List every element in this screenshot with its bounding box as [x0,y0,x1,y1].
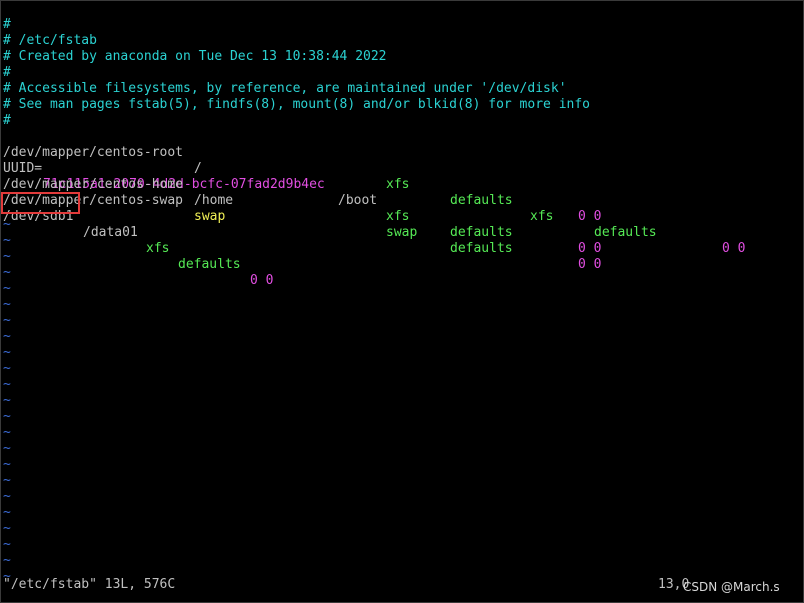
dump-pass-field: 0 0 [722,241,746,256]
empty-line-marker: ~ [3,281,11,296]
empty-line-marker: ~ [3,537,11,552]
watermark: CSDN @March.s [683,580,780,594]
empty-line-marker: ~ [3,393,11,408]
fstab-entry-boot: UUID= 71c115a1-2070-4d2d-bcfc-07fad2d9b4… [3,145,745,256]
comment-line: # See man pages fstab(5), findfs(8), mou… [3,97,590,112]
fstype-field: xfs [530,209,554,224]
comment-line: # [3,65,11,80]
empty-line-marker: ~ [3,521,11,536]
status-file-info: "/etc/fstab" 13L, 576C [3,577,176,592]
options-field: defaults [450,193,513,208]
options-field: defaults [450,225,513,240]
empty-line-marker: ~ [3,233,11,248]
empty-line-marker: ~ [3,329,11,344]
mount-field: /boot [338,193,378,208]
dump-pass-field: 0 0 [578,209,602,224]
empty-line-marker: ~ [3,489,11,504]
fstype-field: xfs [146,241,170,256]
dump-pass-field: 0 0 [250,273,274,288]
fstab-entry-swap: /dev/mapper/centos-swap swap swap defaul… [3,177,601,272]
fstype-field: swap [386,225,418,240]
empty-line-marker: ~ [3,249,11,264]
mount-field: /home [194,193,234,208]
empty-line-marker: ~ [3,297,11,312]
empty-line-marker: ~ [3,361,11,376]
empty-line-marker: ~ [3,217,11,232]
empty-line-marker: ~ [3,441,11,456]
options-field: defaults [450,241,513,256]
empty-line-marker: ~ [3,265,11,280]
empty-line-marker: ~ [3,409,11,424]
empty-line-marker: ~ [3,345,11,360]
empty-line-marker: ~ [3,553,11,568]
empty-line-marker: ~ [3,425,11,440]
empty-line-marker: ~ [3,457,11,472]
fstype-field: xfs [386,177,410,192]
mount-field: swap [194,209,226,224]
dump-pass-field: 0 0 [578,241,602,256]
empty-line-marker: ~ [3,473,11,488]
comment-line: # Accessible filesystems, by reference, … [3,81,567,96]
fstab-entry-root: /dev/mapper/centos-root / xfs defaults 0… [3,129,601,224]
mount-field: /data01 [83,225,138,240]
terminal-window[interactable]: # # /etc/fstab # Created by anaconda on … [0,0,804,603]
mount-field: / [194,161,202,176]
comment-line: # Created by anaconda on Tue Dec 13 10:3… [3,49,387,64]
options-field: defaults [178,257,241,272]
empty-line-marker: ~ [3,377,11,392]
comment-line: # [3,113,11,128]
fstype-field: xfs [386,209,410,224]
empty-line-marker: ~ [3,313,11,328]
empty-line-marker: ~ [3,505,11,520]
comment-line: # [3,17,11,32]
comment-line: # /etc/fstab [3,33,97,48]
dump-pass-field: 0 0 [578,257,602,272]
fstab-entry-home: /dev/mapper/centos-home /home xfs defaul… [3,161,601,256]
highlight-box [1,192,80,214]
options-field: defaults [594,225,657,240]
